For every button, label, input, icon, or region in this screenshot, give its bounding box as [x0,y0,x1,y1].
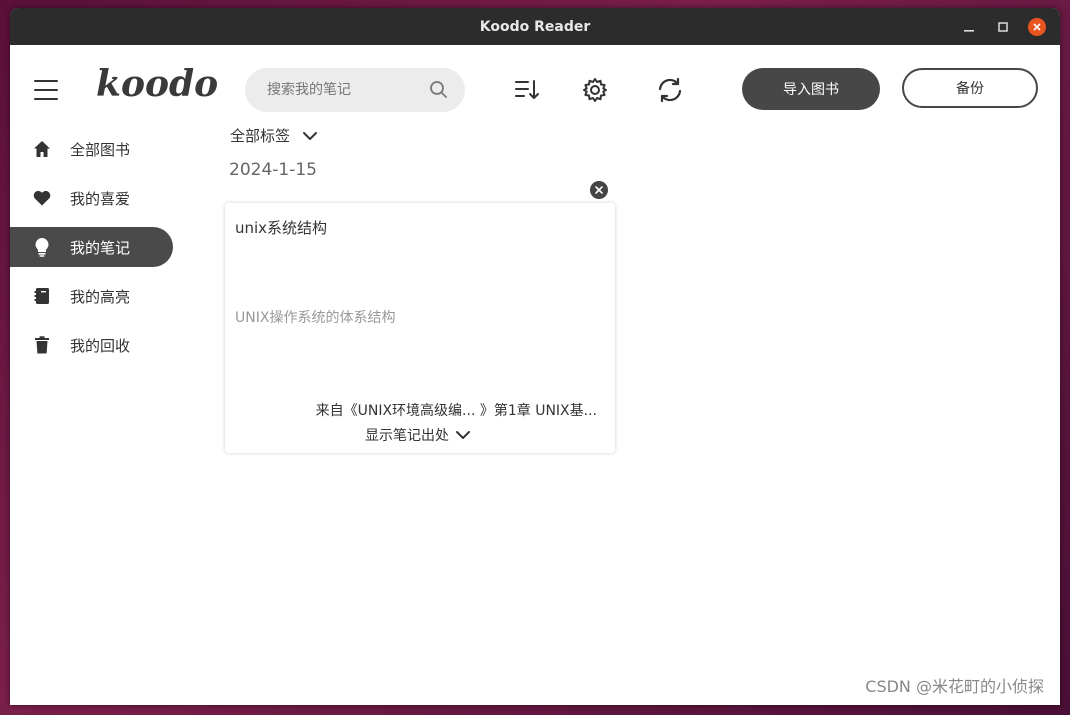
watermark: CSDN @米花町的小侦探 [865,677,1044,696]
sidebar-item-label: 我的高亮 [70,287,131,306]
heart-icon [32,188,52,208]
tag-filter-label: 全部标签 [230,127,291,145]
home-icon [32,139,52,159]
sidebar-item-label: 全部图书 [70,140,131,159]
bulb-icon [32,237,52,257]
note-card[interactable]: unix系统结构 UNIX操作系统的体系结构 来自《UNIX环境高级编... 》… [225,203,615,453]
sort-icon [515,80,539,99]
note-source: 来自《UNIX环境高级编... 》第1章 UNIX基... [315,403,597,419]
app-window: Koodo Reader koodo 搜索我的笔记 导入图书 备份 全部图书 我… [10,8,1060,705]
settings-button[interactable] [580,75,610,105]
delete-note-button[interactable] [590,181,608,199]
window-title: Koodo Reader [479,18,591,35]
sidebar-item-notes[interactable]: 我的笔记 [10,227,173,267]
minimize-button[interactable] [952,8,986,45]
close-icon [595,186,603,194]
chevron-down-icon [303,131,318,140]
show-note-source-label: 显示笔记出处 [365,428,449,444]
show-note-source-button[interactable]: 显示笔记出处 [365,425,471,445]
trash-icon [32,335,52,355]
gear-icon [583,78,607,102]
minimize-icon [964,29,974,32]
highlight-book-icon [32,286,52,306]
sync-button[interactable] [655,75,685,105]
sidebar-item-trash[interactable]: 我的回收 [10,325,173,365]
sidebar-item-label: 我的回收 [70,336,131,355]
maximize-icon [998,21,1008,32]
sort-button[interactable] [512,75,542,105]
tag-filter-dropdown[interactable]: 全部标签 [230,125,318,146]
search-box[interactable] [245,68,465,112]
maximize-button[interactable] [986,8,1020,45]
note-quote: UNIX操作系统的体系结构 [235,310,396,326]
close-window-button[interactable] [1020,8,1054,45]
import-books-button[interactable]: 导入图书 [742,68,880,110]
note-date: 2024-1-15 [229,160,317,180]
sidebar-item-label: 我的笔记 [70,238,131,257]
sidebar-item-highlights[interactable]: 我的高亮 [10,276,173,316]
sidebar-item-all-books[interactable]: 全部图书 [10,129,173,169]
title-bar: Koodo Reader [10,8,1060,45]
sidebar-item-label: 我的喜爱 [70,189,131,208]
sync-icon [658,77,682,103]
app-content: koodo 搜索我的笔记 导入图书 备份 全部图书 我的喜爱 我的笔记 我的高亮… [10,45,1060,705]
close-icon [1028,17,1046,36]
app-logo: koodo [96,63,219,105]
search-icon[interactable] [429,80,449,100]
menu-toggle-icon[interactable] [34,80,58,100]
chevron-down-icon [456,431,470,439]
sidebar-item-favorites[interactable]: 我的喜爱 [10,178,173,218]
note-title: unix系统结构 [235,219,328,237]
backup-button[interactable]: 备份 [902,68,1038,108]
search-input[interactable] [265,81,429,99]
sidebar: 全部图书 我的喜爱 我的笔记 我的高亮 我的回收 [10,129,180,374]
window-controls [952,8,1054,45]
